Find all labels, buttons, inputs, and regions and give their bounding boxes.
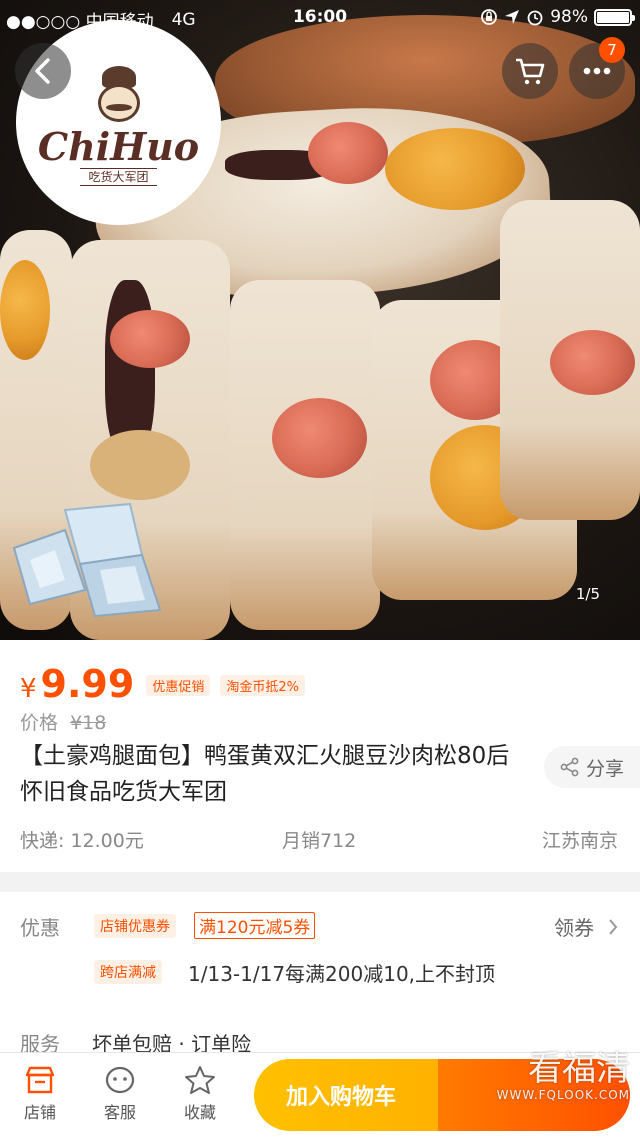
original-price-row: 价格 ¥18: [20, 708, 106, 735]
star-icon: [185, 1066, 215, 1094]
back-button[interactable]: [15, 43, 71, 99]
promo-tag: 优惠促销: [146, 675, 211, 696]
status-bar: ●●○○○ 中国移动 4G 16:00 98%: [0, 0, 640, 36]
share-button[interactable]: 分享: [544, 746, 640, 788]
monthly-sales: 月销712: [282, 830, 357, 852]
store-icon: [25, 1066, 55, 1094]
chevron-left-icon: [35, 58, 50, 84]
favorite-button[interactable]: 收藏: [168, 1061, 232, 1123]
watermark-url: WWW.FQLOOK.COM: [496, 1088, 630, 1102]
current-price: 9.99: [40, 662, 135, 706]
logo-brand-text: ChiHuo: [37, 123, 200, 169]
product-info: ¥ 9.99 优惠促销 淘金币抵2% 价格 ¥18 【土豪鸡腿面包】鸭蛋黄双汇火…: [0, 640, 640, 872]
promo-label: 优惠: [20, 916, 60, 940]
product-title: 【土豪鸡腿面包】鸭蛋黄双汇火腿豆沙肉松80后怀旧食品吃货大军团: [20, 743, 510, 805]
coin-tag: 淘金币抵2%: [220, 675, 305, 696]
ship-from-location: 江苏南京: [541, 830, 618, 852]
product-image-carousel[interactable]: ChiHuo 吃货大军团 7 1/5: [0, 0, 640, 640]
shop-button[interactable]: 店铺: [8, 1061, 72, 1123]
customer-service-button[interactable]: 客服: [88, 1061, 152, 1123]
shop-coupon-value: 满120元减5券: [194, 912, 316, 939]
chat-face-icon: [105, 1066, 135, 1094]
location-arrow-icon: [505, 10, 520, 24]
cross-store-text: 1/13-1/17每满200减10,上不封顶: [188, 962, 496, 986]
battery-percent: 98%: [550, 7, 588, 27]
watermark-text: 看福清: [528, 1049, 630, 1089]
share-label: 分享: [585, 757, 624, 780]
notification-badge: 7: [599, 37, 625, 63]
original-price-label: 价格: [20, 712, 59, 734]
get-coupon-label: 领券: [554, 916, 594, 940]
chef-mascot-icon: [84, 65, 154, 126]
watermark: 看福清 WWW.FQLOOK.COM: [497, 1050, 630, 1102]
favorite-label: 收藏: [183, 1103, 216, 1122]
shop-coupon-tag: 店铺优惠券: [94, 914, 176, 938]
original-price: ¥18: [70, 712, 107, 734]
get-coupon-button[interactable]: 领券: [554, 912, 618, 941]
currency-symbol: ¥: [20, 674, 37, 704]
add-to-cart-label: 加入购物车: [286, 1085, 397, 1110]
battery-icon: [594, 8, 635, 26]
customer-service-label: 客服: [103, 1103, 136, 1122]
share-icon: [560, 757, 579, 777]
rotation-lock-icon: [481, 9, 498, 25]
shipping-fee: 快递: 12.00元: [20, 830, 144, 852]
cart-button[interactable]: [502, 43, 558, 99]
cross-store-tag: 跨店满减: [94, 960, 162, 984]
ice-cube-image: [12, 502, 162, 618]
image-counter: 1/5: [575, 585, 600, 603]
chevron-right-icon: [609, 918, 618, 935]
shop-label: 店铺: [23, 1103, 56, 1122]
more-dots-icon: [583, 67, 611, 75]
logo-subtitle: 吃货大军团: [80, 167, 157, 186]
shopping-cart-icon: [516, 58, 545, 85]
alarm-icon: [527, 10, 543, 26]
